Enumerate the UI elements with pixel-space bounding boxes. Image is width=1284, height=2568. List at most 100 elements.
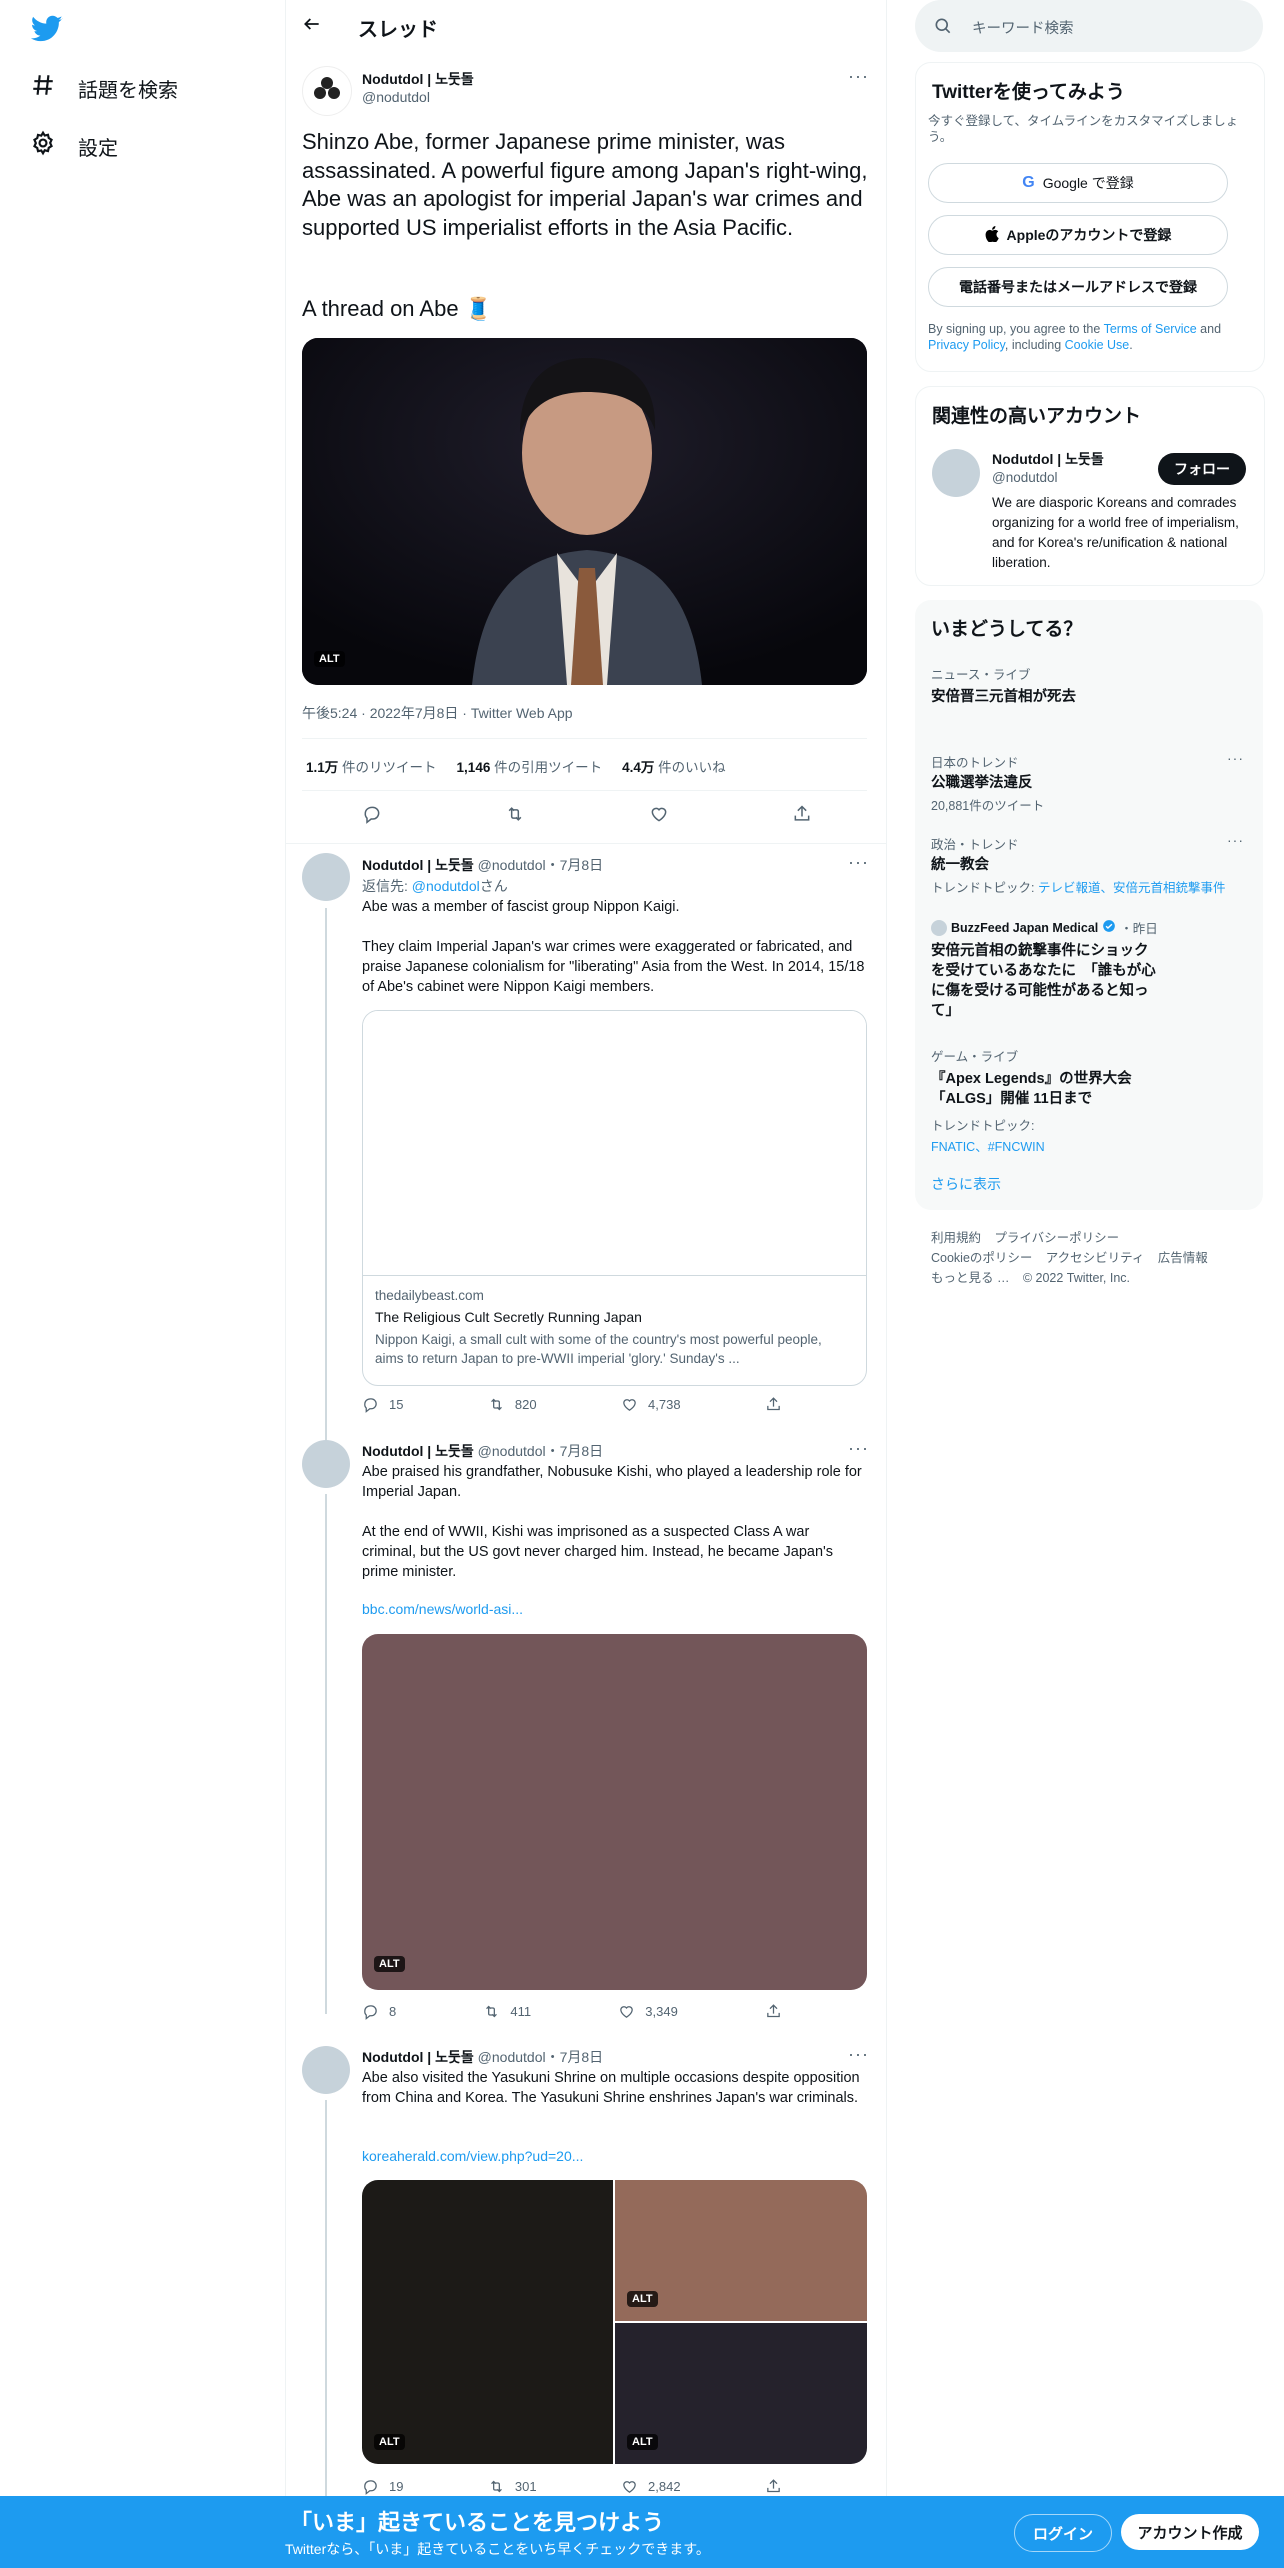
avatar[interactable] [302,2046,350,2094]
arrow-left-icon[interactable] [302,14,322,39]
trend-item[interactable]: 日本のトレンド 公職選挙法違反 20,881件のツイート [931,752,1251,814]
more-options-icon[interactable]: ··· [1227,832,1244,848]
login-button[interactable]: ログイン [1014,2514,1112,2552]
footer-more[interactable]: もっと見る … [931,1271,1009,1285]
terms-link[interactable]: Terms of Service [1104,322,1197,336]
trend-topic-link[interactable]: テレビ報道、安倍元首相銃撃事件 [1038,881,1226,895]
reply-date[interactable]: ・7月8日 [546,1443,604,1459]
author-handle[interactable]: @nodutdol [478,857,546,873]
link-card-domain: thedailybeast.com [375,1288,484,1303]
author-name[interactable]: Nodutdol | 노둣돌 [362,1443,474,1459]
search-box[interactable]: キーワード検索 [915,0,1263,52]
signup-terms: By signing up, you agree to the Terms of… [928,322,1222,352]
footer-privacy[interactable]: プライバシーポリシー [994,1231,1119,1245]
source-avatar [931,919,947,936]
author-handle[interactable]: @nodutdol [478,2049,546,2065]
alt-badge[interactable]: ALT [627,2434,658,2450]
author-handle[interactable]: @nodutdol [362,89,430,105]
account-name[interactable]: Nodutdol | 노둣돌 [992,449,1104,469]
twitter-bird-icon[interactable] [30,15,63,48]
reply-button[interactable]: 19 [362,2478,403,2495]
like-icon[interactable] [649,804,669,827]
reply-date[interactable]: ・7月8日 [546,857,604,873]
verified-badge-icon [1102,919,1116,936]
apple-signup-button[interactable]: Appleのアカウントで登録 [928,215,1228,255]
tweet-link[interactable]: bbc.com/news/world-asi... [362,1601,523,1617]
footer-accessibility[interactable]: アクセシビリティ [1046,1251,1145,1265]
follow-button[interactable]: フォロー [1158,453,1246,485]
footer-cookie[interactable]: Cookieのポリシー [931,1251,1032,1265]
footer-terms[interactable]: 利用規約 [931,1231,981,1245]
like-stat[interactable]: 4.4万 件のいいね [622,756,726,776]
more-options-icon[interactable]: ··· [848,66,869,87]
share-icon[interactable] [765,2478,782,2495]
thread-line [325,1494,327,2014]
nav-explore[interactable]: 話題を検索 [30,72,178,104]
avatar[interactable] [302,853,350,901]
quote-stat[interactable]: 1,146 件の引用ツイート [457,756,603,776]
author-name[interactable]: Nodutdol | 노둣돌 [362,69,474,89]
author-name[interactable]: Nodutdol | 노둣돌 [362,857,474,873]
tweet-timestamp[interactable]: 午後5:24 · 2022年7月8日 · Twitter Web App [302,703,573,723]
avatar[interactable] [302,66,352,116]
cookie-link[interactable]: Cookie Use [1065,338,1130,352]
more-options-icon[interactable]: ··· [848,1438,869,1459]
signup-button[interactable]: アカウント作成 [1121,2514,1259,2550]
retweet-button[interactable]: 301 [488,2478,537,2495]
bottombar-subtitle: Twitterなら、「いま」起きていることをいち早くチェックできます。 [285,2541,710,2557]
tweet-photo[interactable]: ALT [362,2180,613,2464]
retweet-icon[interactable] [505,804,525,827]
tweet-link[interactable]: koreaherald.com/view.php?ud=20... [362,2148,583,2164]
account-handle[interactable]: @nodutdol [992,470,1058,485]
privacy-link[interactable]: Privacy Policy [928,338,1005,352]
tweet-photo[interactable]: ALT [302,338,867,685]
like-button[interactable]: 4,738 [621,1396,681,1413]
like-button[interactable]: 2,842 [621,2478,681,2495]
retweet-stat[interactable]: 1.1万 件のリツイート [306,756,437,776]
retweet-button[interactable]: 411 [483,2003,531,2020]
signup-title: Twitterを使ってみよう [932,82,1125,103]
google-signup-button[interactable]: G Google で登録 [928,163,1228,203]
more-options-icon[interactable]: ··· [848,852,869,873]
tweet-photo[interactable]: ALT [615,2323,867,2464]
trend-item[interactable]: 政治・トレンド 統一教会 トレンドトピック: テレビ報道、安倍元首相銃撃事件 [931,834,1251,896]
link-card[interactable]: thedailybeast.com The Religious Cult Sec… [362,1010,867,1386]
related-accounts-card: 関連性の高いアカウント Nodutdol | 노둣돌 @nodutdol フォロ… [915,386,1265,586]
reply-button[interactable]: 8 [362,2003,396,2020]
news-source-row: BuzzFeed Japan Medical ・昨日 [931,918,1161,937]
reply-date[interactable]: ・7月8日 [546,2049,604,2065]
author-handle[interactable]: @nodutdol [478,1443,546,1459]
phone-email-signup-button[interactable]: 電話番号またはメールアドレスで登録 [928,267,1228,307]
news-item[interactable]: BuzzFeed Japan Medical ・昨日 安倍元首相の銃撃事件にショ… [931,918,1161,1021]
alt-badge[interactable]: ALT [314,651,345,667]
trend-item[interactable]: ゲーム・ライブ 『Apex Legends』の世界大会「ALGS」開催 11日ま… [931,1046,1251,1155]
avatar[interactable] [302,1440,350,1488]
more-options-icon[interactable]: ··· [848,2044,869,2065]
gear-icon [30,130,56,162]
share-icon[interactable] [792,804,812,827]
alt-badge[interactable]: ALT [627,2291,658,2307]
trend-item[interactable]: ニュース・ライブ 安倍晋三元首相が死去 [931,664,1251,707]
trend-title: 統一教会 [931,857,989,873]
more-options-icon[interactable]: ··· [1227,750,1244,766]
show-more-link[interactable]: さらに表示 [931,1174,1001,1194]
tweet-photo[interactable]: ALT [615,2180,867,2321]
share-icon[interactable] [765,2003,782,2020]
author-name[interactable]: Nodutdol | 노둣돌 [362,2049,474,2065]
avatar[interactable] [932,449,980,497]
tweet-photo[interactable]: ALT [362,1634,867,1990]
alt-badge[interactable]: ALT [374,2434,405,2450]
reply-button[interactable]: 15 [362,1396,403,1413]
alt-badge[interactable]: ALT [374,1956,405,1972]
reply-to-link[interactable]: @nodutdol [412,878,480,894]
share-icon[interactable] [765,1396,782,1413]
nav-settings[interactable]: 設定 [30,130,118,162]
trend-topic-link[interactable]: FNATIC、#FNCWIN [931,1136,1251,1155]
like-button[interactable]: 3,349 [618,2003,678,2020]
search-input[interactable]: キーワード検索 [972,17,1074,38]
link-card-description: Nippon Kaigi, a small cult with some of … [375,1332,822,1366]
retweet-button[interactable]: 820 [488,1396,537,1413]
reply-icon[interactable] [362,804,382,827]
trend-topics-label: トレンドトピック: [931,1119,1035,1133]
footer-ads[interactable]: 広告情報 [1158,1251,1208,1265]
